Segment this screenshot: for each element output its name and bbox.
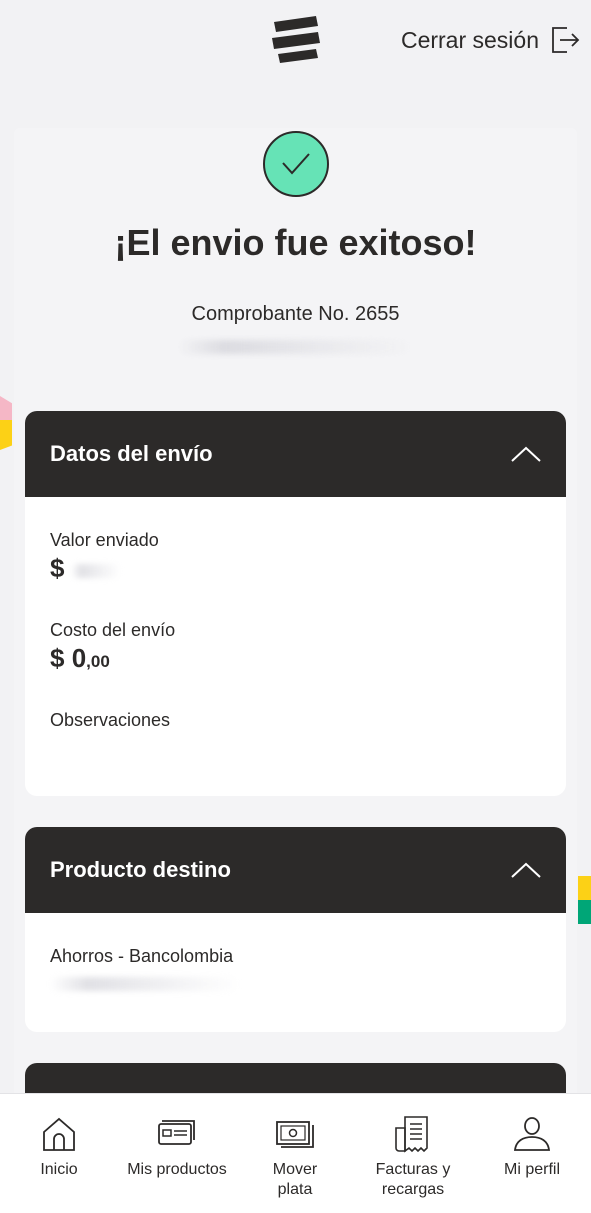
chevron-up-icon[interactable] <box>511 861 541 879</box>
destination-account-type: Ahorros - Bancolombia <box>50 946 234 966</box>
nav-label: Mover plata <box>272 1161 318 1198</box>
bill-icon <box>395 1116 428 1153</box>
logout-icon <box>552 27 580 53</box>
nav-mis-productos[interactable]: Mis productos <box>118 1094 236 1213</box>
bottom-navigation: Inicio Mis productos Mover plata Factura… <box>0 1093 591 1213</box>
home-icon <box>43 1117 75 1151</box>
nav-inicio[interactable]: Inicio <box>0 1094 118 1213</box>
profile-icon <box>513 1117 551 1151</box>
destination-card: Producto destino Ahorros - Bancolombia <box>25 827 566 1032</box>
bank-logo <box>272 16 320 63</box>
cost-whole: 0 <box>71 643 87 673</box>
cost-currency: $ <box>50 643 65 673</box>
sent-value-amount: $ <box>50 553 64 584</box>
nav-mover-plata[interactable]: Mover plata <box>236 1094 354 1213</box>
redacted-amount <box>71 564 121 578</box>
redacted-account-number <box>50 977 240 991</box>
destination-card-header[interactable]: Producto destino <box>25 827 566 913</box>
receipt-number: Comprobante No. 2655 <box>191 303 400 325</box>
cost-cents: ,00 <box>86 652 110 671</box>
screen: Cerrar sesión ¡El envio fue exitoso! Com… <box>0 0 591 1213</box>
right-decoration <box>578 876 591 924</box>
chevron-up-icon[interactable] <box>511 445 541 463</box>
card-icon <box>158 1120 195 1145</box>
sent-value-currency: $ <box>50 553 65 583</box>
logout-label: Cerrar sesión <box>400 26 539 53</box>
nav-label: Mis productos <box>127 1161 227 1178</box>
top-bar: Cerrar sesión <box>0 0 591 80</box>
redacted-text <box>178 340 414 354</box>
shipment-card: Datos del envío Valor enviado $ Costo de… <box>25 411 566 796</box>
cost-amount: $ 0,00 <box>50 643 110 674</box>
left-decoration <box>0 396 12 452</box>
nav-label: Facturas y recargas <box>375 1161 451 1198</box>
success-title: ¡El envio fue exitoso! <box>114 222 477 263</box>
shipment-card-title: Datos del envío <box>50 441 213 466</box>
nav-label: Inicio <box>40 1161 78 1178</box>
logout-button[interactable]: Cerrar sesión <box>401 22 581 58</box>
sent-value-label: Valor enviado <box>50 530 159 550</box>
nav-label: Mi perfil <box>503 1161 560 1178</box>
success-check <box>263 131 329 197</box>
shipment-card-header[interactable]: Datos del envío <box>25 411 566 497</box>
money-icon <box>276 1121 314 1148</box>
check-icon <box>282 153 310 175</box>
destination-card-title: Producto destino <box>50 857 231 882</box>
cost-label: Costo del envío <box>50 620 176 640</box>
nav-mi-perfil[interactable]: Mi perfil <box>473 1094 591 1213</box>
notes-label: Observaciones <box>50 710 171 730</box>
nav-facturas[interactable]: Facturas y recargas <box>354 1094 472 1213</box>
